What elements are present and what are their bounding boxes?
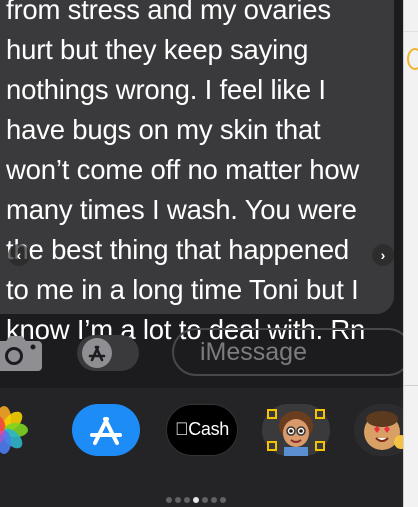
apps-button[interactable]	[77, 335, 139, 371]
photos-icon	[0, 406, 28, 454]
app-store-icon	[82, 338, 112, 368]
page-indicator[interactable]	[166, 490, 229, 503]
divider	[404, 31, 418, 32]
chevron-right-icon[interactable]: ›	[372, 244, 394, 266]
partial-icon	[407, 48, 418, 70]
page-dot	[220, 497, 226, 503]
app-store-button[interactable]	[72, 404, 140, 456]
divider	[404, 385, 418, 386]
camera-button[interactable]	[0, 329, 42, 375]
emoji-stickers-button[interactable]	[354, 404, 403, 456]
message-text: from stress and my ovaries hurt but they…	[6, 0, 366, 345]
camera-icon	[0, 336, 42, 371]
page-dot	[184, 497, 190, 503]
memoji-icon	[267, 409, 325, 456]
page-dot-active	[193, 497, 199, 503]
adjacent-screen-edge	[403, 0, 418, 507]
photos-app-button[interactable]	[0, 404, 30, 456]
messages-screen: from stress and my ovaries hurt but they…	[0, 0, 403, 507]
memoji-button[interactable]	[262, 404, 330, 456]
apple-cash-label: Cash	[167, 419, 237, 440]
app-store-icon	[90, 417, 122, 445]
cash-text: Cash	[181, 419, 229, 439]
message-placeholder: iMessage	[200, 338, 307, 366]
page-dot	[166, 497, 172, 503]
apple-cash-button[interactable]: Cash	[166, 404, 238, 456]
page-dot	[175, 497, 181, 503]
emoji-stickers-icon	[364, 411, 403, 450]
message-input[interactable]: iMessage	[172, 328, 403, 376]
page-dot	[211, 497, 217, 503]
page-dot	[202, 497, 208, 503]
chevron-left-icon[interactable]: ‹	[8, 244, 30, 266]
